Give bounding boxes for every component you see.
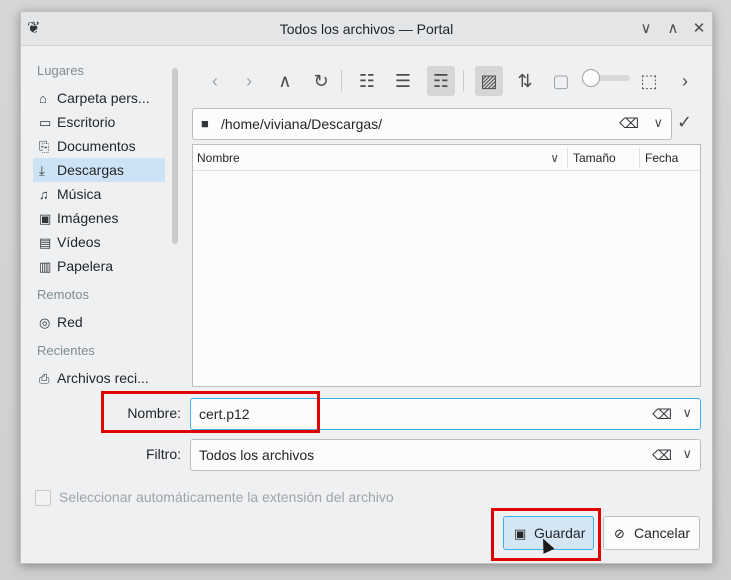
sidebar-item-trash[interactable]: ▥ Papelera xyxy=(33,254,165,278)
toolbar-separator xyxy=(463,70,464,92)
documents-icon: ⎘ xyxy=(39,139,50,154)
column-divider xyxy=(639,148,640,168)
cancel-icon: ⊘ xyxy=(614,526,625,541)
videos-icon: ▤ xyxy=(39,235,52,250)
name-label: Nombre: xyxy=(127,405,181,421)
sidebar-item-pictures[interactable]: ▣ Imágenes xyxy=(33,206,165,230)
file-list[interactable]: Nombre ∨ Tamaño Fecha xyxy=(192,144,701,387)
zoom-slider-handle[interactable] xyxy=(582,69,600,87)
cancel-button-label: Cancelar xyxy=(634,525,691,541)
file-list-header: Nombre ∨ Tamaño Fecha xyxy=(193,145,700,171)
close-icon[interactable]: ✕ xyxy=(688,18,710,40)
sidebar-item-label: Red xyxy=(57,314,83,330)
sort-icon[interactable]: ⇅ xyxy=(511,66,539,96)
clear-filter-icon[interactable]: ⌫ xyxy=(652,447,672,464)
sidebar-item-label: Carpeta pers... xyxy=(57,90,150,106)
sidebar-item-label: Música xyxy=(57,186,102,202)
column-date[interactable]: Fecha xyxy=(641,145,701,171)
column-name[interactable]: Nombre ∨ xyxy=(193,145,565,171)
trash-icon: ▥ xyxy=(39,259,52,274)
sort-indicator-icon: ∨ xyxy=(550,151,559,165)
downloads-icon: ⤓ xyxy=(39,163,45,178)
sidebar-scrollbar[interactable] xyxy=(172,68,178,244)
compact-view-icon[interactable]: ☰ xyxy=(389,66,417,96)
save-file-dialog: ❦ Todos los archivos — Portal ∨ ∧ ✕ Luga… xyxy=(20,11,713,564)
filename-value[interactable]: cert.p12 xyxy=(199,406,250,422)
sidebar-item-desktop[interactable]: ▭ Escritorio xyxy=(33,110,165,134)
clear-path-icon[interactable]: ⌫ xyxy=(619,115,639,132)
cancel-button[interactable]: ⊘ Cancelar xyxy=(603,516,700,550)
filename-input[interactable]: cert.p12 ⌫ ∨ xyxy=(190,398,701,430)
section-remote: Remotos xyxy=(37,287,90,302)
sidebar-item-network[interactable]: ◎ Red xyxy=(33,310,165,334)
pictures-icon: ▣ xyxy=(39,211,52,226)
auto-extension-label: Seleccionar automáticamente la extensión… xyxy=(59,489,394,505)
location-bar[interactable]: ■ /home/viviana/Descargas/ ⌫ ∨ xyxy=(192,108,672,140)
back-icon[interactable]: ‹ xyxy=(201,66,229,96)
clear-filename-icon[interactable]: ⌫ xyxy=(652,406,672,423)
sidebar-item-label: Papelera xyxy=(57,258,114,274)
filter-value[interactable]: Todos los archivos xyxy=(199,447,314,463)
zoom-fit-icon[interactable]: ⬚ xyxy=(635,66,663,96)
section-places: Lugares xyxy=(37,63,84,78)
column-size[interactable]: Tamaño xyxy=(569,145,639,171)
location-path[interactable]: /home/viviana/Descargas/ xyxy=(221,116,382,132)
window-titlebar: ❦ Todos los archivos — Portal ∨ ∧ ✕ xyxy=(21,12,712,46)
forward-icon[interactable]: › xyxy=(235,66,263,96)
up-icon[interactable]: ∧ xyxy=(271,66,299,96)
save-icon: ▣ xyxy=(514,526,527,541)
sidebar-item-label: Escritorio xyxy=(57,114,116,130)
detail-view-icon[interactable]: ☶ xyxy=(427,66,455,96)
reload-icon[interactable]: ↻ xyxy=(307,66,335,96)
desktop-icon: ▭ xyxy=(39,115,52,130)
filter-select[interactable]: Todos los archivos ⌫ ∨ xyxy=(190,439,701,471)
sidebar-item-home[interactable]: ⌂ Carpeta pers... xyxy=(33,86,165,110)
filename-dropdown-icon[interactable]: ∨ xyxy=(682,405,692,421)
auto-extension-checkbox[interactable] xyxy=(35,490,51,506)
path-history-dropdown-icon[interactable]: ∨ xyxy=(653,115,663,131)
section-recent: Recientes xyxy=(37,343,95,358)
hidden-files-icon[interactable]: ▢ xyxy=(547,66,575,96)
sidebar-item-label: Imágenes xyxy=(57,210,119,226)
minimize-icon[interactable]: ∨ xyxy=(635,18,657,40)
network-icon: ◎ xyxy=(39,315,51,330)
column-name-label: Nombre xyxy=(197,151,240,165)
filter-dropdown-icon[interactable]: ∨ xyxy=(682,446,692,462)
sidebar-item-label: Vídeos xyxy=(57,234,101,250)
sidebar-item-label: Archivos reci... xyxy=(57,370,149,386)
maximize-icon[interactable]: ∧ xyxy=(662,18,684,40)
home-icon: ⌂ xyxy=(39,91,47,106)
sidebar-item-label: Descargas xyxy=(57,162,124,178)
column-date-label: Fecha xyxy=(645,151,679,165)
toolbar-separator xyxy=(341,70,342,92)
window-title: Todos los archivos — Portal xyxy=(279,21,454,37)
music-icon: ♫ xyxy=(39,187,49,202)
sidebar-item-recent-files[interactable]: ⎙ Archivos reci... xyxy=(33,366,165,390)
icons-view-icon[interactable]: ☷ xyxy=(353,66,381,96)
sidebar-item-label: Documentos xyxy=(57,138,136,154)
places-sidebar: Lugares ⌂ Carpeta pers... ▭ Escritorio ⎘ Do… xyxy=(29,56,189,396)
more-options-icon[interactable]: › xyxy=(671,66,699,96)
filter-label: Filtro: xyxy=(146,446,181,462)
sidebar-item-documents[interactable]: ⎘ Documentos xyxy=(33,134,165,158)
confirm-path-icon[interactable]: ✓ xyxy=(677,112,692,133)
preview-icon[interactable]: ▨ xyxy=(475,66,503,96)
column-size-label: Tamaño xyxy=(573,151,616,165)
column-divider xyxy=(567,148,568,168)
sidebar-item-music[interactable]: ♫ Música xyxy=(33,182,165,206)
sidebar-item-videos[interactable]: ▤ Vídeos xyxy=(33,230,165,254)
recent-files-icon: ⎙ xyxy=(39,371,50,386)
sidebar-item-downloads[interactable]: ⤓ Descargas xyxy=(33,158,165,182)
folder-icon: ■ xyxy=(201,116,209,131)
